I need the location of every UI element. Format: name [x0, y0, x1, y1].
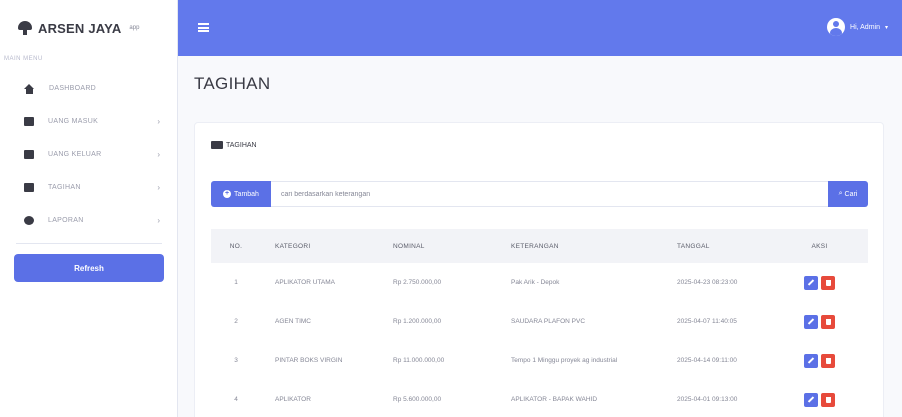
search-input[interactable]: [271, 181, 828, 207]
tagihan-table: NO. KATEGORI NOMINAL KETERANGAN TANGGAL …: [211, 229, 868, 417]
search-icon: ⌕: [838, 190, 843, 197]
sidebar-item-label: Laporan: [48, 217, 84, 224]
cell-nominal: Rp 11.000.000,00: [393, 357, 445, 364]
sidebar-heading: main menu: [4, 56, 43, 62]
cell-tanggal: 2025-04-01 09:13:00: [677, 396, 738, 403]
column-header-kategori: KATEGORI: [275, 242, 311, 250]
cell-aksi: [771, 380, 868, 417]
search-toolbar: + Tambah ⌕ Cari: [211, 181, 868, 207]
brand-subtitle: app: [129, 25, 140, 31]
edit-icon[interactable]: [804, 353, 818, 368]
column-header-nominal: NOMINAL: [393, 242, 425, 250]
cell-aksi: [771, 302, 868, 341]
topbar: Hi, Admin ▾: [178, 0, 902, 56]
report-icon: [24, 216, 34, 225]
sidebar-item-uang-keluar[interactable]: Uang Keluar ›: [0, 138, 178, 171]
cell-kategori: APLIKATOR: [275, 396, 311, 403]
sidebar-item-label: Tagihan: [48, 184, 81, 191]
search-button[interactable]: ⌕ Cari: [828, 181, 868, 207]
table-icon: [211, 141, 223, 149]
user-name: Hi, Admin: [850, 23, 880, 31]
page-title: TAGIHAN: [194, 74, 271, 93]
delete-icon[interactable]: [821, 392, 835, 407]
cell-keterangan: APLIKATOR - BAPAK WAHID: [511, 396, 598, 403]
home-icon: [24, 83, 35, 94]
delete-icon[interactable]: [821, 275, 835, 290]
cell-kategori: APLIKATOR UTAMA: [275, 279, 335, 286]
sidebar-item-label: Uang Masuk: [48, 118, 99, 125]
column-header-keterangan: KETERANGAN: [511, 242, 559, 250]
cell-nominal: Rp 2.750.000,00: [393, 279, 442, 286]
sidebar-divider: [16, 243, 162, 244]
cell-no: 2: [234, 318, 238, 325]
table-row: 4 APLIKATOR Rp 5.600.000,00 APLIKATOR - …: [211, 380, 868, 417]
table-row: 1 APLIKATOR UTAMA Rp 2.750.000,00 Pak Ar…: [211, 263, 868, 302]
cell-tanggal: 2025-04-23 08:23:00: [677, 279, 738, 286]
cell-aksi: [771, 263, 868, 302]
card-title: TAGIHAN: [211, 141, 257, 149]
sidebar-item-laporan[interactable]: Laporan ›: [0, 204, 178, 237]
table-row: 2 AGEN TIMC Rp 1.200.000,00 SAUDARA PLAF…: [211, 302, 868, 341]
cell-no: 3: [234, 357, 238, 364]
user-menu[interactable]: Hi, Admin ▾: [827, 18, 888, 36]
sidebar-item-tagihan[interactable]: Tagihan ›: [0, 171, 178, 204]
cell-keterangan: Tempo 1 Minggu proyek ag industrial: [511, 357, 618, 364]
cell-keterangan: Pak Arik - Depok: [511, 279, 560, 286]
cell-aksi: [771, 341, 868, 380]
cell-nominal: Rp 1.200.000,00: [393, 318, 442, 325]
refresh-button[interactable]: Refresh: [14, 254, 164, 282]
sidebar: ARSEN JAYA app main menu DASHBOARD Uang …: [0, 0, 178, 417]
card-title-text: TAGIHAN: [226, 141, 257, 149]
edit-icon[interactable]: [804, 314, 818, 329]
table-row: 3 PINTAR BOKS VIRGIN Rp 11.000.000,00 Te…: [211, 341, 868, 380]
sidebar-item-uang-masuk[interactable]: Uang Masuk ›: [0, 105, 178, 138]
cell-kategori: PINTAR BOKS VIRGIN: [275, 357, 343, 364]
add-button-label: Tambah: [234, 190, 259, 198]
brand[interactable]: ARSEN JAYA app: [0, 0, 177, 56]
brand-title: ARSEN JAYA: [38, 20, 122, 36]
table-icon: [24, 150, 34, 159]
search-button-label: Cari: [844, 190, 858, 198]
brand-logo-icon: [18, 21, 32, 35]
edit-icon[interactable]: [804, 275, 818, 290]
tagihan-card: TAGIHAN + Tambah ⌕ Cari NO. KATEGORI NOM…: [194, 122, 884, 417]
table-header-row: NO. KATEGORI NOMINAL KETERANGAN TANGGAL …: [211, 229, 868, 263]
column-header-no: NO.: [229, 242, 243, 250]
cell-tanggal: 2025-04-14 09:11:00: [677, 357, 737, 364]
edit-icon[interactable]: [804, 392, 818, 407]
chevron-icon: ›: [157, 117, 160, 126]
table-icon: [24, 117, 34, 126]
cell-kategori: AGEN TIMC: [275, 318, 311, 325]
cell-no: 1: [234, 279, 238, 286]
chevron-icon: ›: [157, 183, 160, 192]
delete-icon[interactable]: [821, 314, 835, 329]
table-icon: [24, 183, 34, 192]
cell-nominal: Rp 5.600.000,00: [393, 396, 442, 403]
column-header-tanggal: TANGGAL: [677, 242, 710, 250]
sidebar-item-label: Uang Keluar: [48, 151, 102, 158]
sidebar-item-dashboard[interactable]: DASHBOARD: [0, 72, 178, 105]
cell-keterangan: SAUDARA PLAFON PVC: [511, 318, 586, 325]
cell-no: 4: [234, 396, 238, 403]
chevron-icon: ›: [157, 216, 160, 225]
add-button[interactable]: + Tambah: [211, 181, 271, 207]
hamburger-menu-icon[interactable]: [198, 23, 209, 32]
plus-icon: +: [223, 190, 232, 198]
delete-icon[interactable]: [821, 353, 835, 368]
cell-tanggal: 2025-04-07 11:40:05: [677, 318, 737, 325]
sidebar-item-label: DASHBOARD: [49, 85, 97, 92]
column-header-aksi: AKSI: [811, 242, 828, 250]
avatar-icon: [827, 18, 846, 36]
caret-down-icon: ▾: [884, 24, 888, 31]
chevron-icon: ›: [157, 150, 160, 159]
